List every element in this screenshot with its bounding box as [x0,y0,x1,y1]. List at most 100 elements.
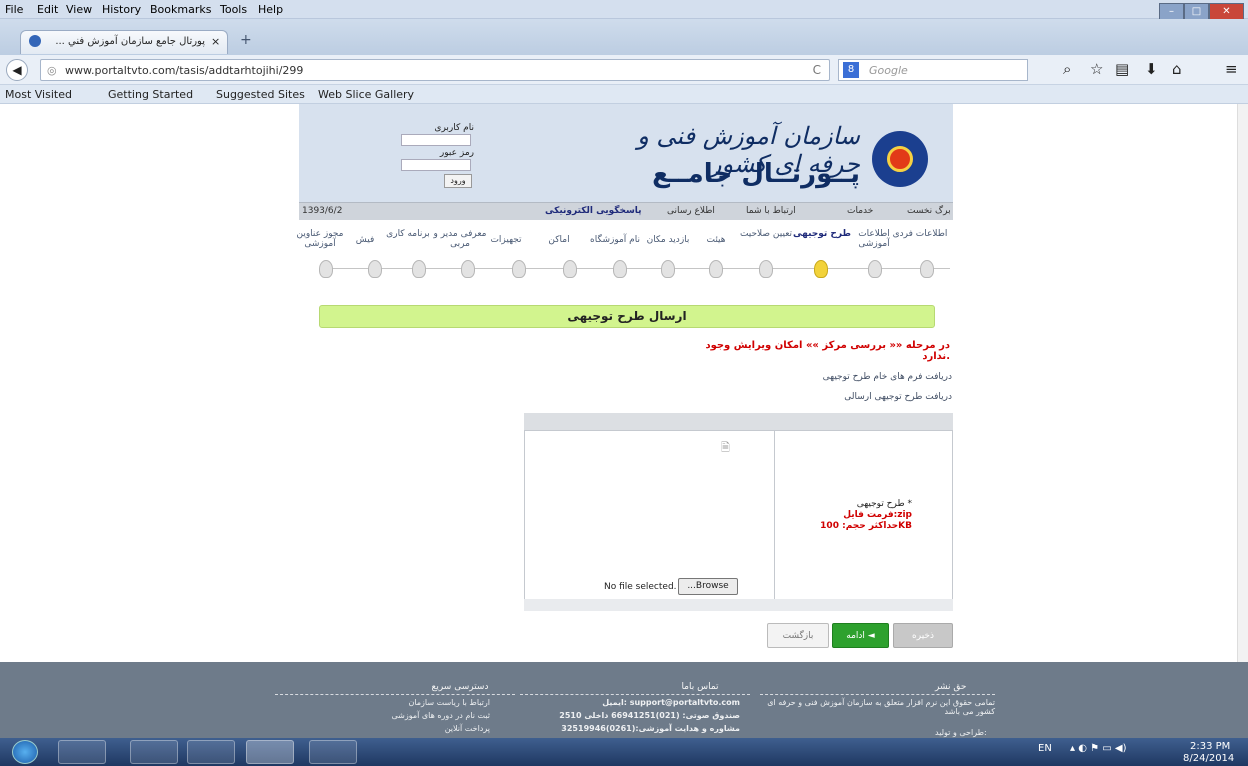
download-blank-forms-link[interactable]: دریافت فرم های خام طرح توجیهی [752,372,952,382]
warning-message: در مرحله «« بررسی مرکز »» امکان ویرایش و… [705,340,950,362]
step-course-permit[interactable]: مجوز عناوین آموزشی [290,229,350,249]
reload-icon[interactable]: C [813,63,821,77]
username-input[interactable] [401,134,471,146]
firefox-taskbar-icon[interactable] [246,740,294,764]
menu-bookmarks[interactable]: Bookmarks [150,3,211,16]
step-bulb-active-icon [814,260,828,278]
step-manager-intro[interactable]: معرفی مدیر و مربی [430,229,490,249]
nav-contact[interactable]: ارتباط با شما [746,206,796,216]
tab-title: ... پورتال جامع سازمان آموزش فني [55,36,205,47]
nav-news[interactable]: اطلاع رسانی [667,206,715,216]
footer-copyright-title: حق نشر [935,682,967,692]
footer-divider [275,694,515,695]
bookmark-most-visited[interactable]: Most Visited [5,88,72,101]
footer-link-president[interactable]: ارتباط با ریاست سازمان [320,698,490,707]
word-taskbar-icon[interactable] [309,740,357,764]
top-nav: 1393/6/2 برگ نخست خدمات ارتباط با شما اط… [299,202,953,220]
footer-contact-title: تماس باما [681,682,719,692]
date-label: 1393/6/2 [302,206,343,216]
tray-icons[interactable]: ▴ ◐ ⚑ ▭ ◀) [1070,743,1126,754]
nav-e-support[interactable]: پاسخگویی الکترونیکی [545,206,642,216]
downloads-icon[interactable]: ⬇ [1145,60,1158,78]
field-label: طرح توجیهی * [856,499,912,509]
download-sent-proposal-link[interactable]: دریافت طرح توجیهی ارسالی [752,392,952,402]
menu-edit[interactable]: Edit [37,3,58,16]
bookmark-star-icon[interactable]: ☆ [1090,60,1103,78]
tab-favicon-icon [29,35,41,47]
step-bulb-icon [319,260,333,278]
step-bulb-icon [461,260,475,278]
menu-icon[interactable]: ≡ [1225,60,1238,78]
explorer-taskbar-icon[interactable] [130,740,178,764]
max-size-hint: حداکثر حجم: 100KB [820,521,912,531]
step-bulb-icon [759,260,773,278]
new-tab-button[interactable]: + [240,32,252,48]
browse-button[interactable]: ...Browse [678,578,738,595]
username-label: نام کاربری [434,123,474,133]
search-icon[interactable]: ⌕ [1063,60,1071,78]
menu-bar: File Edit View History Bookmarks Tools H… [0,0,1248,19]
password-input[interactable] [401,159,471,171]
menu-tools[interactable]: Tools [220,3,247,16]
clock-time[interactable]: 2:33 PM [1190,741,1230,752]
footer-quick-access-title: دسترسی سریع [431,682,489,692]
step-place-visit[interactable]: بازدید مکان [638,235,698,245]
footer-divider [520,694,750,695]
step-proposal[interactable]: طرح توجیهی [792,229,852,239]
footer-email[interactable]: ایمیل: support@portaltvto.com [510,698,740,707]
language-indicator[interactable]: EN [1038,743,1052,754]
globe-icon: ◎ [47,64,57,77]
portal-title: پــورتــال جامــع [652,159,860,189]
footer-producer: طراحی و تولید: [935,728,987,737]
footer-copyright-text: تمامی حقوق این نرم افزار متعلق به سازمان… [767,698,995,716]
browser-tab[interactable]: ... پورتال جامع سازمان آموزش فني × [20,30,228,54]
menu-file[interactable]: File [5,3,23,16]
back-icon[interactable]: ◀ [6,59,28,81]
clock-date[interactable]: 8/24/2014 [1183,753,1234,764]
login-button[interactable]: ورود [444,174,472,188]
no-file-label: No file selected. [604,582,677,592]
upload-panel-header [524,413,953,431]
step-bulb-icon [512,260,526,278]
search-engine-icon[interactable]: 8 [843,62,859,78]
file-icon: 🗎 [721,441,730,454]
step-bulb-icon [920,260,934,278]
home-icon[interactable]: ⌂ [1172,60,1182,78]
footer-advice: مشاوره و هدایت آموزشی:(0261)32519946 [561,724,740,733]
footer-divider [760,694,995,695]
url-bar[interactable]: ◎ www.portaltvto.com/tasis/addtarhtojihi… [40,59,830,81]
bookmark-getting-started[interactable]: Getting Started [108,88,193,101]
menu-view[interactable]: View [66,3,92,16]
footer-link-payment[interactable]: پرداخت آنلاین [320,724,490,733]
bookmark-suggested-sites[interactable]: Suggested Sites [216,88,305,101]
step-bulb-icon [368,260,382,278]
search-box[interactable]: 8 Google [838,59,1028,81]
tvto-logo-icon [872,131,928,187]
step-bulb-icon [661,260,675,278]
tab-close-icon[interactable]: × [211,35,220,48]
save-button[interactable]: ذخیره [893,623,953,648]
media-taskbar-icon[interactable] [187,740,235,764]
scrollbar[interactable] [1237,104,1248,662]
format-hint: فرمت فایل:zip [843,510,912,520]
step-bulb-icon [563,260,577,278]
nav-services[interactable]: خدمات [847,206,873,216]
step-places[interactable]: اماکن [529,235,589,245]
menu-help[interactable]: Help [258,3,283,16]
footer-link-registration[interactable]: ثبت نام در دوره های آموزشی [320,711,490,720]
next-button[interactable]: ادامه ◄ [832,623,889,648]
password-label: رمز عبور [439,148,474,158]
bookmark-web-slice[interactable]: Web Slice Gallery [318,88,414,101]
bookmarks-menu-icon[interactable]: ▤ [1115,60,1129,78]
bookmarks-toolbar: Most Visited Getting Started Suggested S… [0,85,1248,104]
url-text: www.portaltvto.com/tasis/addtarhtojihi/2… [65,64,304,77]
back-button[interactable]: بازگشت [767,623,829,648]
ie-taskbar-icon[interactable] [58,740,106,764]
menu-history[interactable]: History [102,3,141,16]
nav-home[interactable]: برگ نخست [907,206,951,216]
step-bulb-icon [709,260,723,278]
step-education-info[interactable]: اطلاعات آموزشی [844,229,904,249]
step-school-name[interactable]: نام آموزشگاه [585,235,645,245]
start-button-icon[interactable] [12,740,38,764]
footer-phone: صندوق صوتی: (021)66941251 داخلی 2510 [559,711,740,720]
